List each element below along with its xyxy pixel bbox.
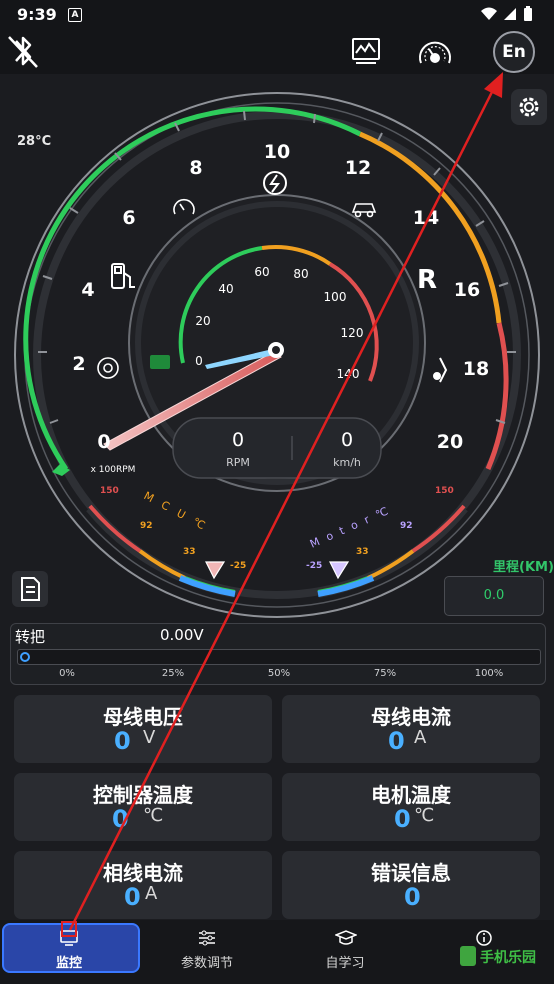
speed-label: km/h: [333, 456, 361, 469]
metric-title: 错误信息: [371, 861, 451, 885]
rpm-tick-label: 16: [454, 279, 480, 301]
nav-self-learn[interactable]: 自学习: [276, 920, 414, 984]
metric-unit: V: [143, 727, 156, 748]
motor-scale-label: -25: [306, 561, 322, 571]
watermark-logo: 手机乐园: [458, 944, 550, 970]
metric-title: 母线电压: [103, 705, 183, 729]
speed-tick-label: 140: [337, 367, 360, 381]
rpm-tick-label: 20: [437, 431, 463, 453]
rpm-tick-label: 0: [97, 431, 110, 453]
mcu-scale-label: 150: [100, 486, 119, 496]
metric-value: 0: [114, 727, 131, 755]
rpm-tick-label: 6: [122, 207, 135, 229]
rpm-tick-label: 10: [264, 141, 290, 163]
throttle-tick-label: 100%: [474, 668, 504, 679]
rpm-tick-label: 2: [72, 353, 85, 375]
nav-label: 参数调节: [180, 956, 233, 971]
metric-value: 0: [394, 805, 411, 833]
speed-value: 0: [341, 429, 353, 451]
chart-icon[interactable]: [350, 36, 382, 66]
metric-value: 0: [404, 883, 421, 911]
report-button[interactable]: [12, 571, 48, 607]
metric-title: 电机温度: [371, 783, 451, 807]
throttle-panel: 转把 0.00V 0% 25% 50% 75% 100%: [10, 623, 546, 685]
throttle-tick-label: 0%: [59, 668, 75, 679]
speedometer-icon[interactable]: [416, 33, 454, 69]
rpm-tick-label: 12: [345, 157, 371, 179]
sliders-icon: [199, 930, 215, 946]
language-button[interactable]: En: [493, 31, 535, 73]
dashboard-gauge: 0 2 4 6 8 10 12 14 16 18 20 0 20 40 60 80 100 120 140 x 1…: [14, 92, 540, 618]
rpm-tick-label: 8: [189, 157, 202, 179]
speed-tick-label: 40: [218, 282, 233, 296]
metric-card: 母线电压 0 V: [14, 695, 272, 763]
speed-tick-label: 0: [195, 354, 203, 368]
mileage-value: 0.0: [444, 576, 544, 616]
nav-params[interactable]: 参数调节: [138, 920, 276, 984]
status-time: 9:39: [17, 5, 57, 24]
status-icons: [481, 6, 532, 21]
bluetooth-icon[interactable]: [6, 31, 40, 71]
rpm-value: 0: [232, 429, 244, 451]
speed-tick-label: 80: [293, 267, 308, 281]
battery-level-icon: [150, 355, 170, 369]
rpm-tick-label: 18: [463, 358, 489, 380]
nav-monitor[interactable]: 监控: [0, 920, 140, 984]
graduation-cap-icon: [335, 930, 357, 945]
metric-card: 相线电流 0 A: [14, 851, 272, 919]
rpm-tick-label: 4: [81, 279, 94, 301]
metric-card: 错误信息 0: [282, 851, 540, 919]
throttle-tick-label: 75%: [373, 668, 397, 679]
battery-icon: [524, 8, 532, 21]
speed-tick-label: 20: [195, 314, 210, 328]
notification-icon: A: [68, 8, 82, 22]
monitor-icon: [60, 930, 78, 946]
motor-scale-label: 33: [356, 547, 369, 557]
metric-unit: ℃: [143, 805, 164, 826]
throttle-indicator: [20, 652, 30, 662]
throttle-bar: [17, 649, 541, 665]
motor-scale-label: 150: [435, 486, 454, 496]
mcu-scale-label: -25: [230, 561, 246, 571]
document-icon: [21, 577, 40, 601]
mileage-label: 里程(KM): [493, 560, 554, 575]
status-bar: 9:39 A: [0, 0, 554, 28]
motor-scale-label: 92: [400, 521, 413, 531]
speed-tick-label: 120: [341, 326, 364, 340]
metric-title: 母线电流: [371, 705, 451, 729]
mcu-scale-label: 33: [183, 547, 196, 557]
metric-value: 0: [112, 805, 129, 833]
nav-label: 监控: [55, 956, 82, 971]
metric-card: 电机温度 0 ℃: [282, 773, 540, 841]
metric-unit: A: [414, 727, 427, 748]
rpm-tick-label: 14: [413, 207, 439, 229]
rpm-unit-label: x 100RPM: [91, 465, 136, 475]
metric-title: 相线电流: [103, 861, 183, 885]
metric-card: 母线电流 0 A: [282, 695, 540, 763]
gear-indicator: R: [417, 265, 437, 295]
metric-unit: A: [145, 883, 158, 904]
metric-title: 控制器温度: [93, 783, 193, 807]
metric-card: 控制器温度 0 ℃: [14, 773, 272, 841]
metric-value: 0: [124, 883, 141, 911]
throttle-voltage: 0.00V: [160, 626, 204, 644]
nav-label: 自学习: [325, 956, 365, 971]
throttle-tick-label: 50%: [267, 668, 291, 679]
throttle-tick-label: 25%: [161, 668, 185, 679]
wifi-icon: [481, 7, 497, 20]
speed-tick-label: 60: [254, 265, 269, 279]
rpm-label: RPM: [226, 456, 250, 469]
throttle-label: 转把: [15, 628, 46, 646]
top-bar: [0, 28, 554, 74]
signal-icon: [504, 8, 516, 20]
metric-unit: ℃: [414, 805, 435, 826]
mcu-scale-label: 92: [140, 521, 153, 531]
svg-text:手机乐园: 手机乐园: [480, 949, 536, 966]
speed-tick-label: 100: [324, 290, 347, 304]
metric-value: 0: [388, 727, 405, 755]
